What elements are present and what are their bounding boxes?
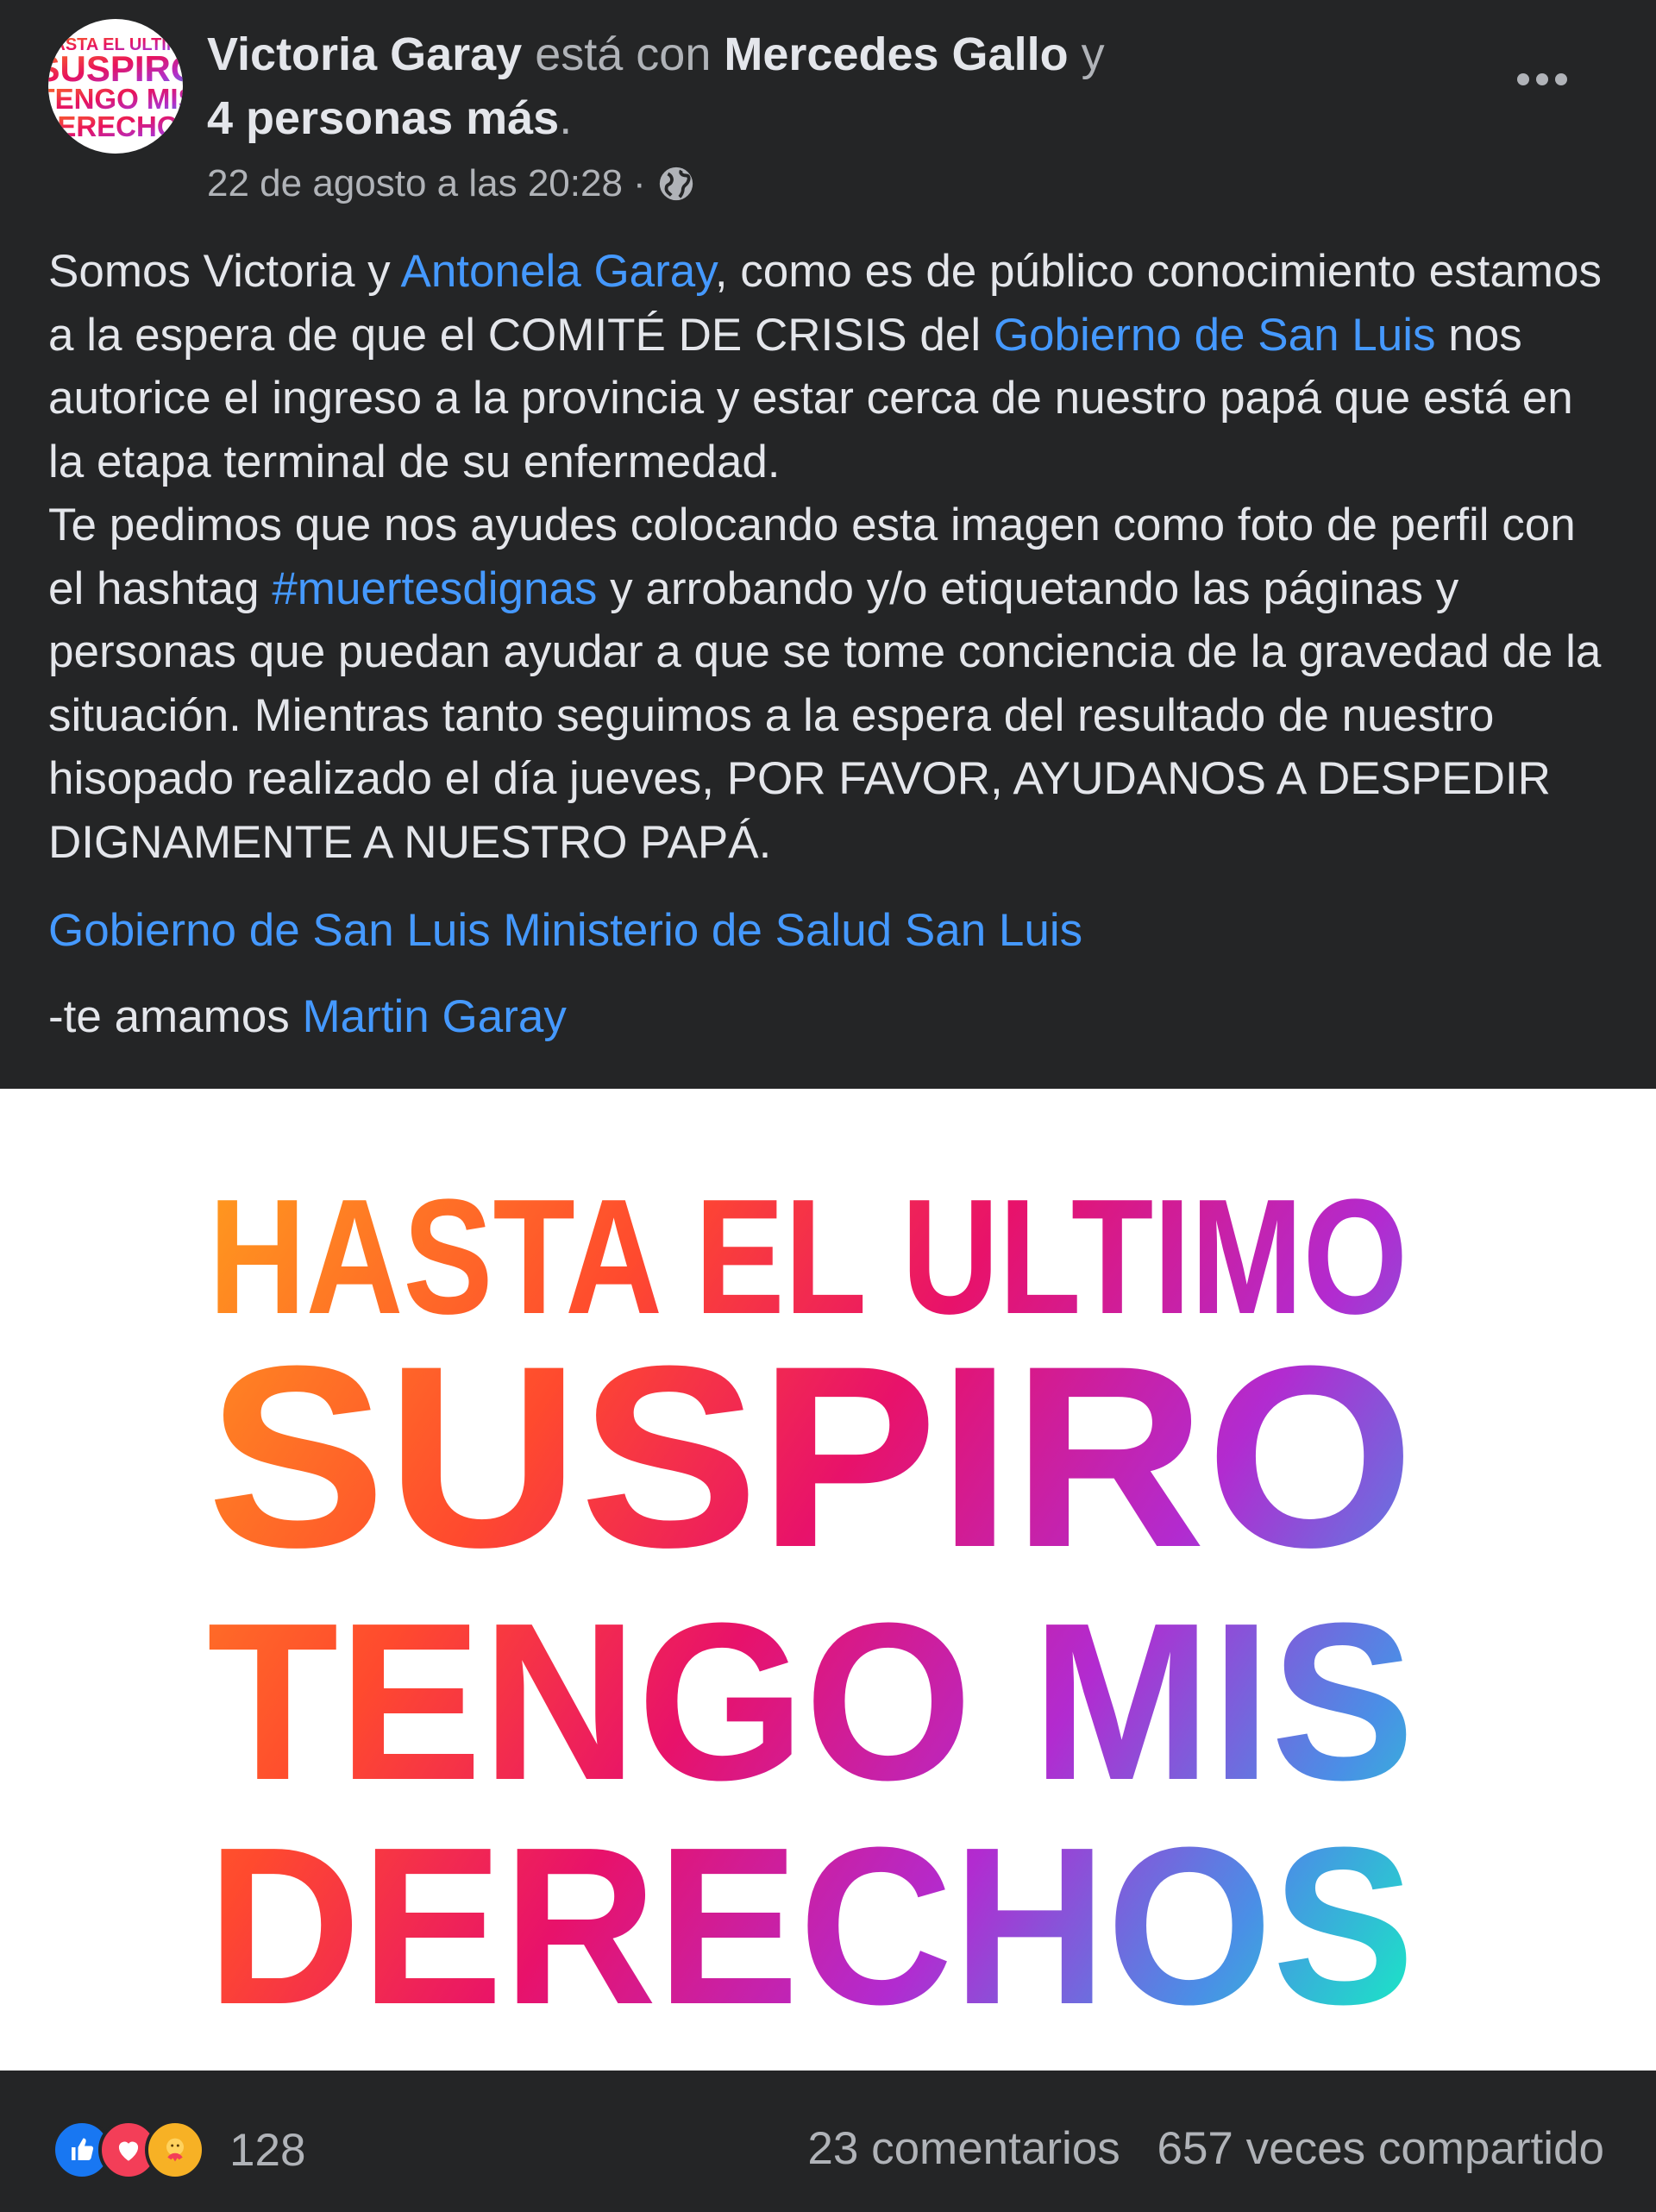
post-footer: 128 23 comentarios 657 veces compartido	[0, 2071, 1656, 2212]
mention-link[interactable]: Antonela Garay	[400, 246, 714, 297]
author-name[interactable]: Victoria Garay	[207, 28, 522, 80]
more-options-icon[interactable]	[1499, 53, 1585, 105]
avatar[interactable]: HASTA EL ULTIMO SUSPIRO TENGO MIS DERECH…	[48, 19, 183, 154]
shares-count[interactable]: 657 veces compartido	[1157, 2123, 1604, 2174]
slogan-line: DERECHOS	[207, 1801, 1414, 2052]
with-text: está con	[535, 28, 712, 80]
dot-icon	[1517, 73, 1529, 85]
mention-link[interactable]: Martin Garay	[303, 991, 567, 1042]
facebook-post: HASTA EL ULTIMO SUSPIRO TENGO MIS DERECH…	[0, 0, 1656, 2212]
tagged-person[interactable]: Mercedes Gallo	[724, 28, 1068, 80]
slogan-image: HASTA EL ULTIMO SUSPIRO TENGO MIS DERECH…	[207, 1166, 1414, 2052]
closing-text: -te amamos	[48, 991, 303, 1042]
reaction-count[interactable]: 128	[229, 2124, 305, 2177]
post-stats: 23 comentarios 657 veces compartido	[783, 2119, 1604, 2179]
post-meta: 22 de agosto a las 20:28 ·	[207, 162, 696, 205]
slogan-line: TENGO MIS	[207, 1577, 1414, 1827]
globe-icon[interactable]	[656, 164, 696, 204]
comments-count[interactable]: 23 comentarios	[807, 2123, 1120, 2174]
post-image[interactable]: HASTA EL ULTIMO SUSPIRO TENGO MIS DERECH…	[0, 1089, 1656, 2071]
closing-line: -te amamos Martin Garay	[48, 985, 567, 1048]
reactions-summary[interactable]: 128	[52, 2117, 305, 2183]
tagged-others[interactable]: 4 personas más	[207, 92, 559, 144]
slogan-line: SUSPIRO	[207, 1311, 1414, 1601]
post-header: HASTA EL ULTIMO SUSPIRO TENGO MIS DERECH…	[0, 0, 1656, 224]
avatar-image: HASTA EL ULTIMO SUSPIRO TENGO MIS DERECH…	[48, 35, 183, 142]
post-timestamp[interactable]: 22 de agosto a las 20:28	[207, 162, 623, 205]
meta-separator: ·	[632, 162, 646, 204]
period: .	[559, 92, 573, 144]
post-author-line: Victoria Garay está con Mercedes Gallo y…	[207, 22, 1346, 150]
mention-link[interactable]: Gobierno de San Luis	[994, 310, 1436, 361]
post-text: Somos Victoria y Antonela Garay, como es…	[48, 240, 1618, 874]
hashtag-link[interactable]: #muertesdignas	[272, 563, 597, 614]
text-segment: Somos Victoria y	[48, 246, 401, 297]
dot-icon	[1555, 73, 1567, 85]
and-text: y	[1081, 28, 1105, 80]
dot-icon	[1536, 73, 1548, 85]
avatar-line: DERECHOS	[48, 110, 183, 142]
tag-link[interactable]: Ministerio de Salud San Luis	[503, 905, 1082, 956]
tags-line: Gobierno de San Luis Ministerio de Salud…	[48, 899, 1082, 962]
care-icon	[145, 2120, 205, 2180]
tag-link[interactable]: Gobierno de San Luis	[48, 905, 491, 956]
